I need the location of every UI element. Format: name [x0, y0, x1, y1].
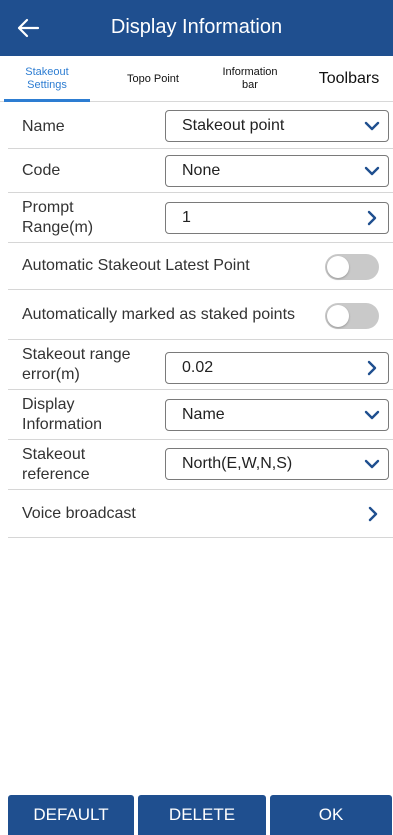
page-title: Display Information — [110, 16, 283, 38]
dropdown-value: North(E,W,N,S) — [182, 455, 293, 472]
title-bar: Display Information — [0, 0, 393, 56]
setting-label: Display Information — [22, 395, 103, 433]
setting-row-name: Name Stakeout point — [8, 105, 393, 149]
setting-row-display-information: Display Information Name — [8, 390, 393, 440]
display-information-dropdown[interactable]: Name — [165, 399, 389, 431]
toggle-knob — [327, 305, 349, 327]
chevron-right-icon — [367, 360, 377, 376]
tab-bar: Stakeout Settings Topo Point Information… — [0, 56, 393, 102]
input-value: 0.02 — [182, 359, 214, 376]
toggle-knob — [327, 256, 349, 278]
dropdown-value: Stakeout point — [182, 117, 285, 134]
default-button[interactable]: DEFAULT — [8, 795, 134, 835]
range-error-input[interactable]: 0.02 — [165, 352, 389, 384]
bottom-button-bar: DEFAULT DELETE OK — [0, 795, 393, 835]
setting-row-stakeout-reference: Stakeout reference North(E,W,N,S) — [8, 440, 393, 490]
setting-row-prompt-range: Prompt Range(m) 1 — [8, 193, 393, 243]
chevron-right-icon — [368, 506, 378, 522]
tab-label: Information bar — [222, 66, 278, 91]
name-dropdown[interactable]: Stakeout point — [165, 110, 389, 142]
setting-row-auto-latest: Automatic Stakeout Latest Point — [8, 243, 393, 290]
tab-label: Stakeout Settings — [25, 66, 69, 91]
tab-topo-point[interactable]: Topo Point — [113, 56, 193, 102]
setting-row-range-error: Stakeout range error(m) 0.02 — [8, 340, 393, 390]
dropdown-value: Name — [182, 406, 225, 423]
tab-label: Toolbars — [318, 69, 380, 87]
stakeout-reference-dropdown[interactable]: North(E,W,N,S) — [165, 448, 389, 480]
active-tab-indicator — [4, 99, 90, 102]
setting-label: Stakeout range error(m) — [22, 345, 131, 383]
setting-label: Automatically marked as staked points — [22, 305, 296, 323]
chevron-right-icon — [367, 210, 377, 226]
setting-label: Voice broadcast — [22, 504, 136, 522]
chevron-down-icon — [364, 166, 380, 176]
setting-row-code: Code None — [8, 149, 393, 193]
tab-information-bar[interactable]: Information bar — [210, 56, 290, 102]
input-value: 1 — [182, 209, 191, 226]
dropdown-value: None — [182, 162, 221, 179]
setting-label: Automatic Stakeout Latest Point — [22, 257, 250, 274]
chevron-down-icon — [364, 410, 380, 420]
auto-latest-toggle[interactable] — [325, 254, 379, 280]
setting-label: Code — [22, 161, 61, 179]
ok-button[interactable]: OK — [270, 795, 392, 835]
setting-label: Stakeout reference — [22, 445, 90, 483]
setting-row-voice-broadcast[interactable]: Voice broadcast — [8, 490, 393, 538]
tab-label: Topo Point — [127, 72, 179, 85]
chevron-down-icon — [364, 459, 380, 469]
chevron-down-icon — [364, 121, 380, 131]
delete-button[interactable]: DELETE — [138, 795, 266, 835]
setting-label: Prompt Range(m) — [22, 198, 94, 236]
auto-marked-toggle[interactable] — [325, 303, 379, 329]
code-dropdown[interactable]: None — [165, 155, 389, 187]
tab-stakeout-settings[interactable]: Stakeout Settings — [4, 56, 90, 102]
setting-row-auto-marked: Automatically marked as staked points — [8, 290, 393, 340]
prompt-range-input[interactable]: 1 — [165, 202, 389, 234]
tab-toolbars[interactable]: Toolbars — [306, 56, 392, 102]
setting-label: Name — [22, 117, 65, 135]
